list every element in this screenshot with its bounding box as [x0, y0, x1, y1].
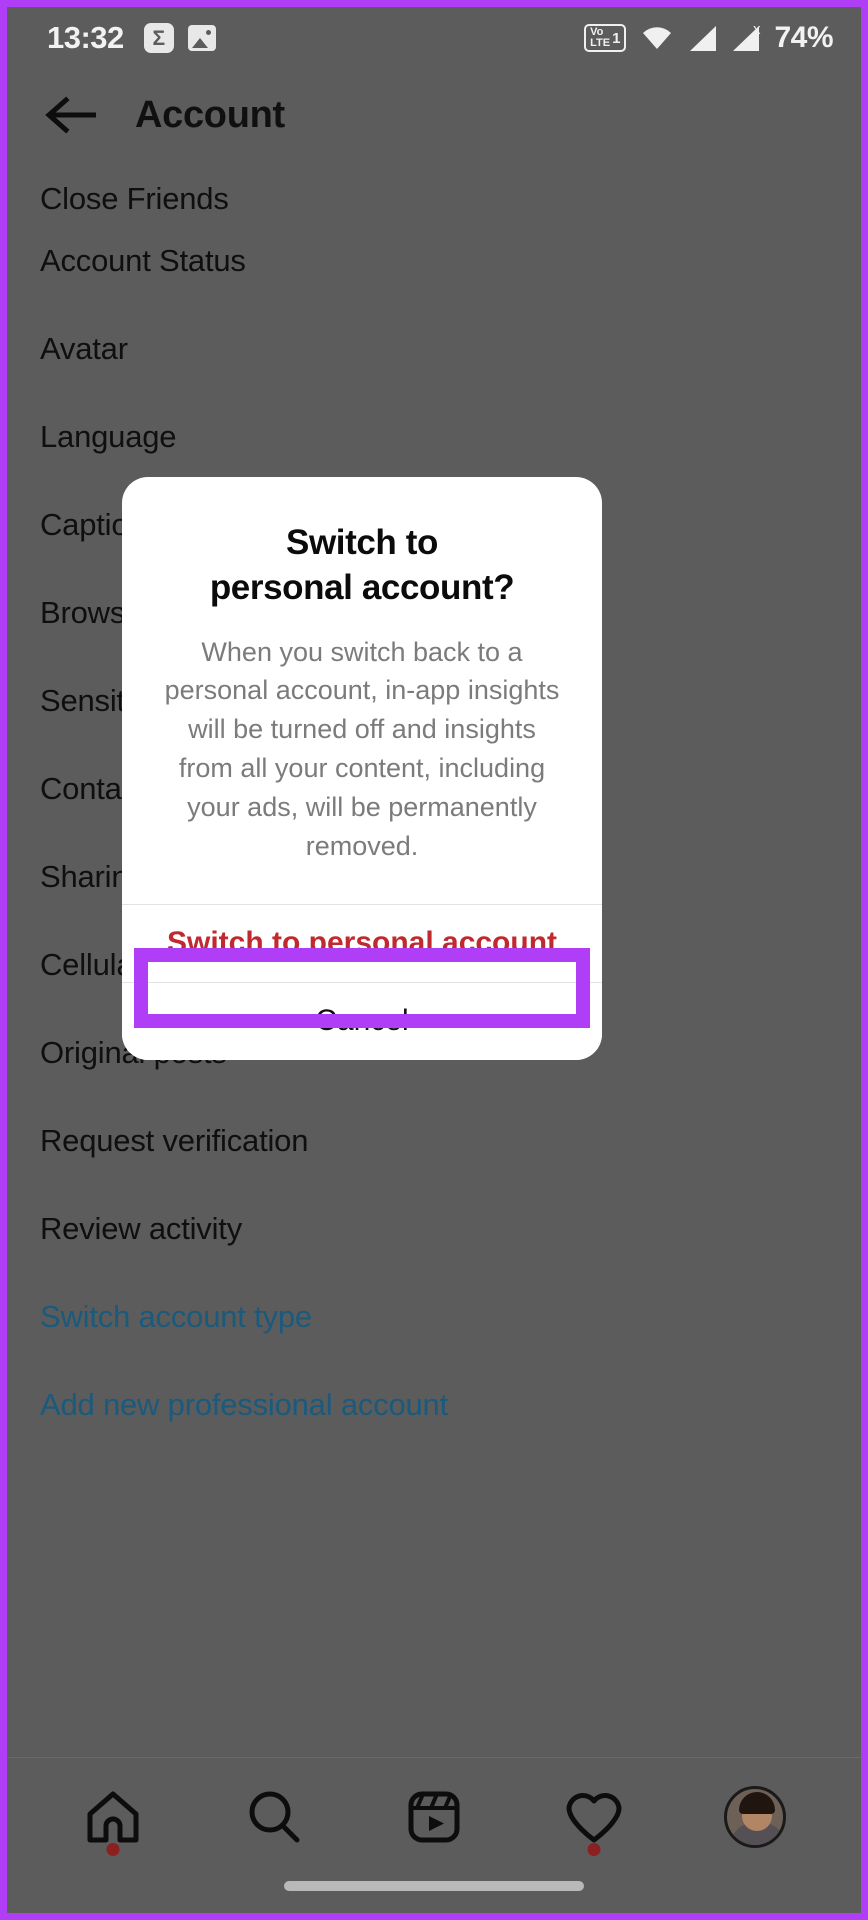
home-badge-dot [106, 1843, 120, 1856]
back-arrow-icon[interactable] [37, 85, 107, 145]
profile-avatar[interactable] [712, 1774, 798, 1860]
volte-label-bottom: LTE [590, 37, 611, 49]
list-item[interactable]: Request verification [7, 1097, 861, 1185]
status-left-icons: Σ [143, 23, 216, 53]
bottom-navigation-bar [7, 1757, 861, 1913]
photo-icon [187, 25, 216, 51]
reels-icon[interactable] [391, 1774, 477, 1860]
dialog-title: Switch to personal account? [122, 477, 602, 611]
status-bar: 13:32 Σ Vo LTE 1 x 74% [7, 7, 861, 69]
cancel-button[interactable]: Cancel [122, 982, 602, 1060]
home-indicator [284, 1881, 584, 1891]
signal-icon-1 [688, 25, 717, 51]
dialog-body-text: When you switch back to a personal accou… [164, 636, 560, 861]
list-item[interactable]: Language [7, 393, 861, 481]
wifi-icon [641, 25, 673, 51]
phone-screen: 13:32 Σ Vo LTE 1 x 74% Account Close Fri… [0, 0, 868, 1920]
status-clock: 13:32 [47, 20, 124, 55]
avatar-hair [738, 1792, 775, 1814]
status-right-icons: Vo LTE 1 x 74% [584, 21, 833, 55]
signal-icon-2: x [731, 21, 760, 51]
avatar[interactable] [723, 1786, 786, 1848]
battery-percentage: 74% [774, 21, 833, 54]
list-item[interactable]: Avatar [7, 305, 861, 393]
heart-icon[interactable] [551, 1774, 637, 1860]
volte-sim-number: 1 [612, 29, 621, 47]
dialog-title-line-1: Switch to [286, 523, 438, 562]
list-item[interactable]: Close Friends [7, 157, 861, 217]
dialog-title-line-2: personal account? [209, 567, 515, 607]
home-icon[interactable] [70, 1774, 156, 1860]
activity-badge-dot [587, 1843, 601, 1856]
bottom-nav-icons [7, 1758, 861, 1876]
switch-account-dialog: Switch to personal account? When you swi… [122, 477, 602, 1060]
list-item-switch-account-type[interactable]: Switch account type [7, 1273, 861, 1361]
app-bar: Account [7, 69, 861, 161]
sigma-icon: Σ [143, 23, 174, 53]
search-icon[interactable] [231, 1774, 317, 1860]
switch-to-personal-account-button[interactable]: Switch to personal account [122, 904, 602, 982]
list-item[interactable]: Account Status [7, 217, 861, 305]
list-item[interactable]: Review activity [7, 1185, 861, 1273]
page-title: Account [135, 93, 285, 136]
volte-icon: Vo LTE 1 [584, 24, 627, 52]
list-item-add-new-professional-account[interactable]: Add new professional account [7, 1361, 861, 1449]
